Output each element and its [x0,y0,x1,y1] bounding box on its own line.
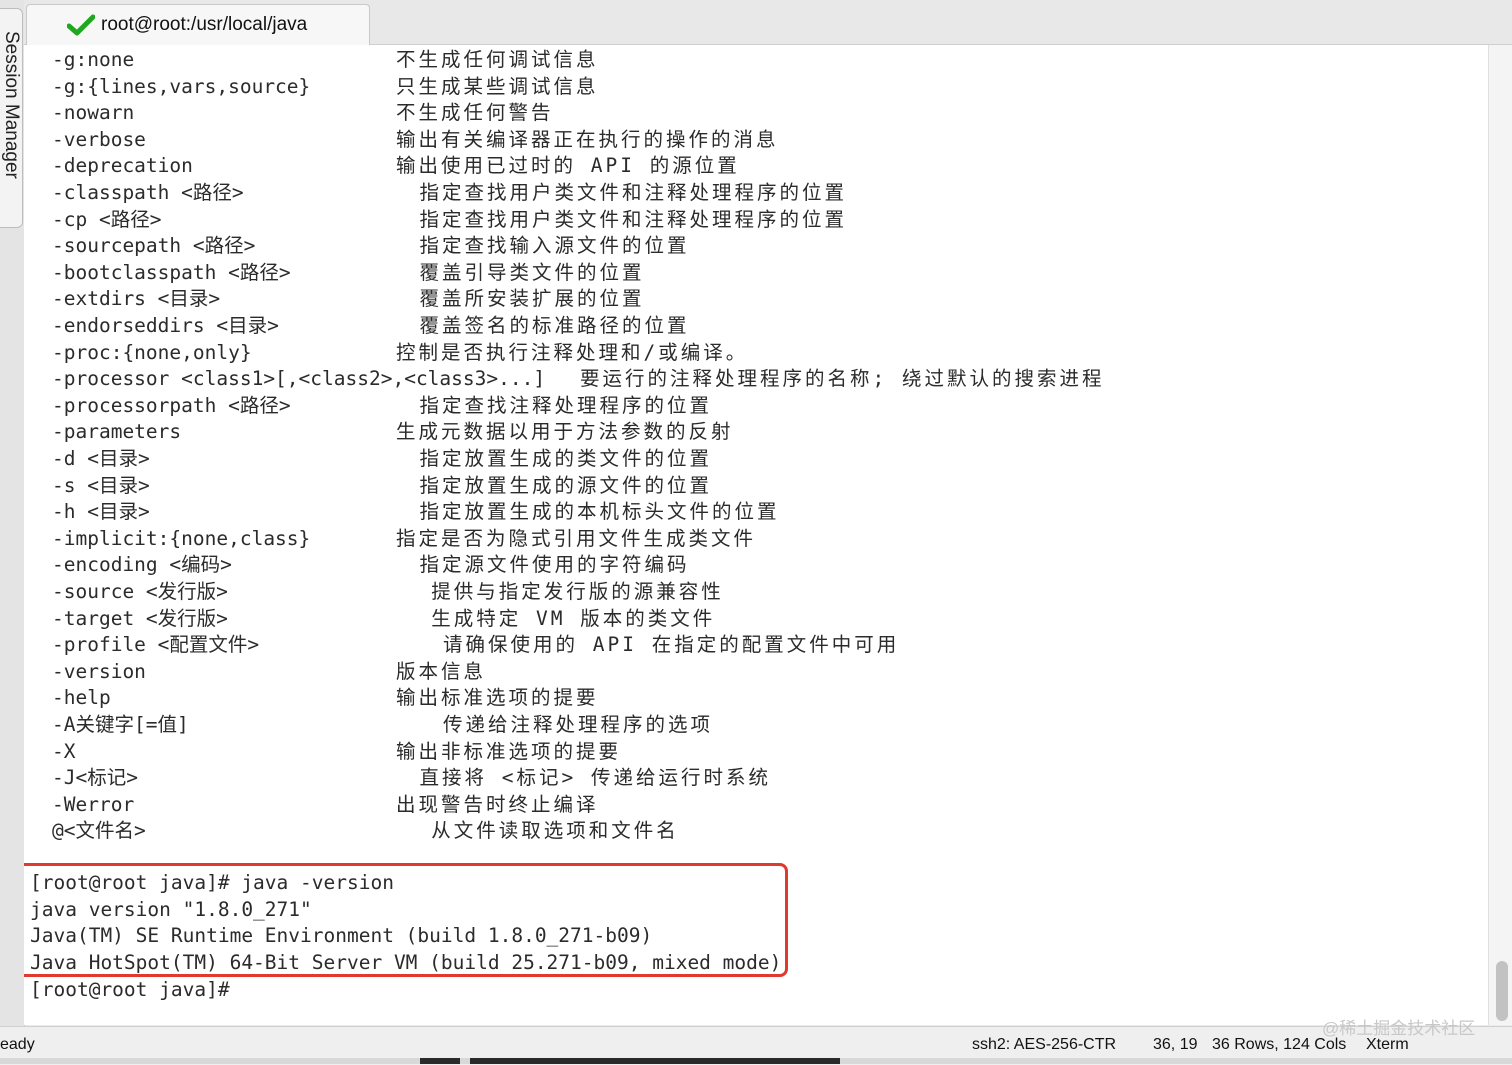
help-option: -A关键字[=值] [52,713,189,736]
check-icon [67,14,95,36]
help-description: 生成特定 VM 版本的类文件 [431,606,716,630]
help-description: 指定源文件使用的字符编码 [419,553,690,577]
help-option: -encoding <编码> [52,553,232,577]
output-line: java version "1.8.0_271" [30,898,312,921]
help-option: -processorpath <路径> [52,393,291,417]
help-option: -X [52,739,76,763]
output-line: Java(TM) SE Runtime Environment (build 1… [30,924,653,947]
help-option: -bootclasspath <路径> [52,260,291,284]
help-description: 输出有关编译器正在执行的操作的消息 [396,127,779,151]
help-option: -version [52,659,146,683]
help-description: 生成元数据以用于方法参数的反射 [396,420,734,444]
help-description: 从文件读取选项和文件名 [431,819,679,843]
help-option: -J<标记> [52,766,138,790]
bottom-strip-segment [470,1058,840,1064]
help-option: -source <发行版> [52,580,228,603]
help-option: -h <目录> [52,500,150,524]
help-option: -d <目录> [52,447,150,470]
status-cipher: ssh2: AES-256-CTR [972,1036,1117,1053]
help-description: 传递给注释处理程序的选项 [443,713,714,736]
bottom-strip-segment [420,1058,460,1064]
help-description: 输出使用已过时的 API 的源位置 [396,154,740,178]
help-description: 控制是否执行注释处理和/或编译。 [396,340,749,364]
help-option: -proc:{none,only} [52,340,252,364]
help-option: -classpath <路径> [52,181,244,204]
status-cursor: 36, 19 [1153,1036,1198,1053]
help-option: -extdirs <目录> [52,287,221,311]
session-tab[interactable]: root@root:/usr/local/java [26,4,370,45]
help-option: -s <目录> [52,473,150,497]
session-manager-label: Session Manager [1,31,22,179]
help-description: 指定放置生成的类文件的位置 [419,447,713,470]
bottom-strip [0,1058,1512,1064]
help-description: 覆盖引导类文件的位置 [419,260,645,284]
help-description: 指定是否为隐式引用文件生成类文件 [396,526,757,550]
session-manager-tab[interactable]: Session Manager [0,8,23,228]
status-ready: eady [0,1036,35,1053]
help-description: 指定查找用户类文件和注释处理程序的位置 [419,207,848,231]
help-option: -nowarn [52,101,135,125]
terminal-output[interactable]: -g:none 不生成任何调试信息 -g:{lines,vars,source} 只生… [24,45,1488,1025]
output-line: Java HotSpot(TM) 64-Bit Server VM (build… [30,951,782,974]
help-description: 要运行的注释处理程序的名称; 绕过默认的搜索进程 [580,367,1105,391]
help-option: -target <发行版> [52,606,228,630]
tab-title: root@root:/usr/local/java [101,14,308,35]
help-description: 输出非标准选项的提要 [396,739,622,763]
help-description: 覆盖签名的标准路径的位置 [419,314,690,337]
help-description: 提供与指定发行版的源兼容性 [431,580,724,603]
help-option: -parameters [52,420,182,444]
help-description: 指定放置生成的源文件的位置 [419,473,713,497]
help-option: -g:{lines,vars,source} [52,74,311,98]
help-option: -deprecation [52,154,193,178]
help-description: 直接将 <标记> 传递给运行时系统 [419,766,771,790]
help-option: -cp <路径> [52,207,162,231]
shell-prompt: [root@root java]# [30,978,230,1001]
help-option: -help [52,686,111,710]
help-description: 指定放置生成的本机标头文件的位置 [419,500,780,524]
help-option: -sourcepath <路径> [52,234,256,258]
help-option: -implicit:{none,class} [52,526,311,550]
tab-bar: root@root:/usr/local/java [24,0,1512,45]
help-description: 版本信息 [396,659,487,683]
help-option: -profile <配置文件> [52,633,260,657]
help-option: -processor <class1>[,<class2>,<class3>..… [52,367,546,391]
command-line: [root@root java]# java -version [30,871,394,894]
help-description: 不生成任何警告 [396,101,554,125]
help-option: @<文件名> [52,819,146,843]
help-description: 输出标准选项的提要 [396,686,599,710]
help-description: 出现警告时终止编译 [396,792,599,816]
help-option: -endorseddirs <目录> [52,314,279,337]
help-description: 指定查找用户类文件和注释处理程序的位置 [419,181,848,204]
help-description: 覆盖所安装扩展的位置 [419,287,645,311]
session-manager-strip: Session Manager [0,0,25,1026]
help-option: -Werror [52,792,135,816]
help-description: 请确保使用的 API 在指定的配置文件中可用 [443,633,900,657]
watermark: @稀土掘金技术社区 [1322,1019,1476,1038]
help-description: 不生成任何调试信息 [396,48,599,71]
help-option: -verbose [52,127,146,151]
help-description: 指定查找输入源文件的位置 [419,234,690,258]
help-option: -g:none [52,48,135,71]
scrollbar-thumb[interactable] [1496,961,1508,1021]
vertical-scrollbar[interactable] [1488,45,1512,1025]
help-description: 只生成某些调试信息 [396,74,599,98]
help-description: 指定查找注释处理程序的位置 [419,393,713,417]
